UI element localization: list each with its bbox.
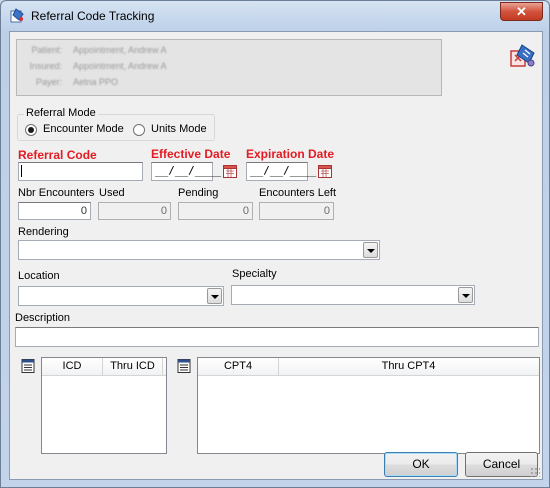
referral-code-input[interactable] xyxy=(18,162,143,181)
encounters-left-label: Encounters Left xyxy=(259,187,337,199)
window-title: Referral Code Tracking xyxy=(31,9,155,23)
referral-code-label: Referral Code xyxy=(18,148,97,162)
chevron-down-icon[interactable] xyxy=(363,242,378,258)
close-button[interactable]: ✕ xyxy=(500,2,543,21)
list-edit-icon[interactable] xyxy=(19,357,37,375)
used-label: Used xyxy=(99,187,125,199)
insured-key: Insured: xyxy=(29,61,62,71)
nbr-encounters-label: Nbr Encounters xyxy=(18,187,95,199)
specialty-dropdown[interactable] xyxy=(231,285,475,305)
thru-icd-column-header[interactable]: Thru ICD xyxy=(103,358,163,375)
pending-field: 0 xyxy=(178,202,253,220)
effective-date-value: __/__/____ xyxy=(155,164,222,177)
calendar-icon[interactable] xyxy=(222,163,238,179)
encounter-mode-label[interactable]: Encounter Mode xyxy=(43,123,124,135)
encounter-mode-radio[interactable] xyxy=(25,124,37,136)
effective-date-input[interactable]: __/__/____ xyxy=(151,162,221,181)
effective-date-label: Effective Date xyxy=(151,147,231,161)
cpt-list-header: CPT4 Thru CPT4 xyxy=(198,358,539,376)
description-label: Description xyxy=(15,312,71,324)
used-field: 0 xyxy=(98,202,171,220)
payer-key: Payer: xyxy=(35,77,62,87)
expiration-date-input[interactable]: __/__/____ xyxy=(246,162,316,181)
ok-button[interactable]: OK xyxy=(384,452,458,477)
icd-column-header[interactable]: ICD xyxy=(42,358,103,375)
expiration-date-label: Expiration Date xyxy=(246,147,335,161)
patient-info-panel: Patient: Appointment, Andrew A Insured: … xyxy=(16,39,442,96)
encounters-left-value: 0 xyxy=(323,205,330,217)
list-edit-icon[interactable] xyxy=(175,357,193,375)
resize-grip[interactable] xyxy=(530,467,540,477)
insured-row: Insured: Appointment, Andrew A xyxy=(17,61,437,73)
units-mode-label[interactable]: Units Mode xyxy=(151,123,207,135)
patient-row: Patient: Appointment, Andrew A xyxy=(17,45,437,57)
patient-value: Appointment, Andrew A xyxy=(73,45,167,55)
calendar-icon[interactable] xyxy=(317,163,333,179)
pending-value: 0 xyxy=(242,205,249,217)
patient-key: Patient: xyxy=(31,45,62,55)
payer-row: Payer: Aetna PPO xyxy=(17,77,437,89)
cpt-list[interactable]: CPT4 Thru CPT4 xyxy=(197,357,540,454)
encounters-left-field: 0 xyxy=(259,202,334,220)
icd-list-header: ICD Thru ICD xyxy=(42,358,166,376)
pending-label: Pending xyxy=(178,187,219,199)
chevron-down-icon[interactable] xyxy=(458,287,473,303)
referral-mode-title: Referral Mode xyxy=(24,107,98,119)
nbr-encounters-value: 0 xyxy=(80,205,87,217)
title-bar[interactable]: Referral Code Tracking ✕ xyxy=(1,1,549,31)
text-caret xyxy=(21,165,22,177)
dialog-body: Patient: Appointment, Andrew A Insured: … xyxy=(9,31,543,480)
expiration-date-value: __/__/____ xyxy=(250,164,317,177)
cpt4-column-header[interactable]: CPT4 xyxy=(198,358,279,375)
rendering-label: Rendering xyxy=(18,226,69,238)
referral-document-icon xyxy=(10,8,24,23)
units-mode-radio[interactable] xyxy=(133,124,145,136)
referral-logo-icon xyxy=(510,44,535,67)
chevron-down-icon[interactable] xyxy=(207,288,222,304)
icd-list[interactable]: ICD Thru ICD xyxy=(41,357,167,454)
cancel-button[interactable]: Cancel xyxy=(465,452,538,477)
description-input[interactable] xyxy=(15,327,539,347)
referral-code-tracking-window: Referral Code Tracking ✕ Patient: Appoin… xyxy=(0,0,550,488)
location-label: Location xyxy=(18,270,60,282)
specialty-label: Specialty xyxy=(232,268,277,280)
insured-value: Appointment, Andrew A xyxy=(73,61,167,71)
nbr-encounters-input[interactable]: 0 xyxy=(18,202,91,220)
rendering-dropdown[interactable] xyxy=(18,240,380,260)
thru-cpt4-column-header[interactable]: Thru CPT4 xyxy=(279,358,538,375)
payer-value: Aetna PPO xyxy=(73,77,119,87)
location-dropdown[interactable] xyxy=(18,286,224,306)
used-value: 0 xyxy=(160,205,167,217)
